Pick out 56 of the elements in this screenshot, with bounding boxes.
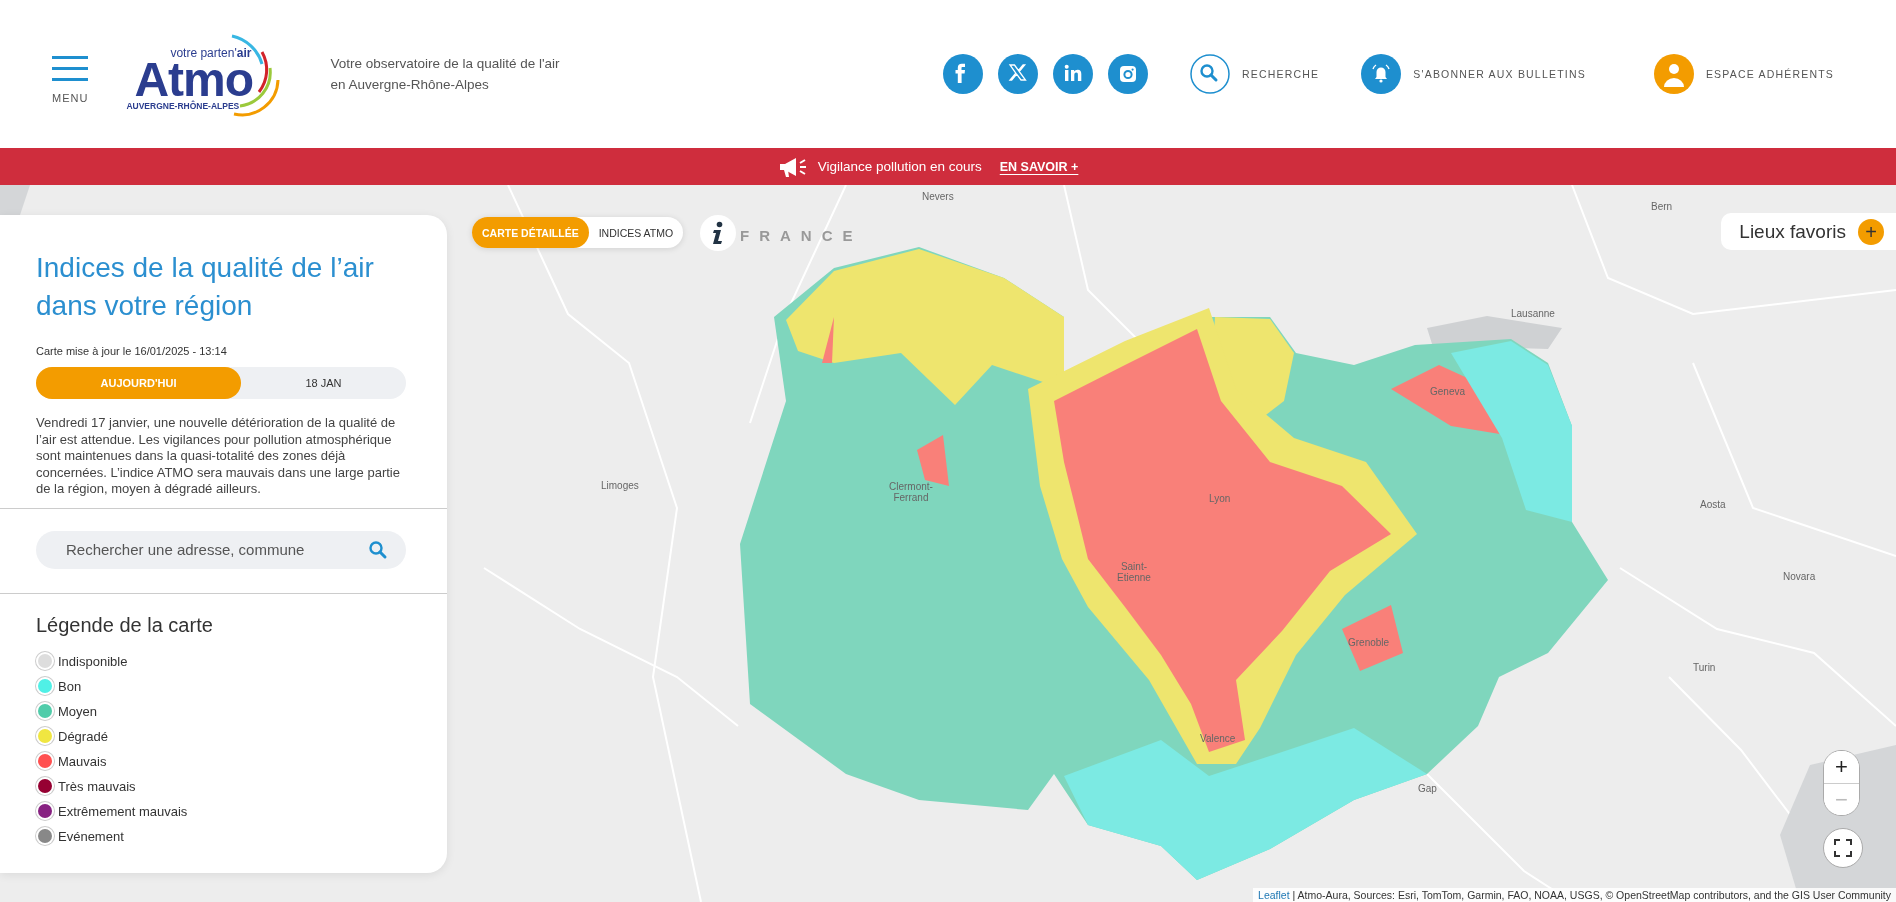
place-label: Gap: [1418, 783, 1437, 794]
place-label: Grenoble: [1348, 637, 1390, 648]
linkedin-link-icon[interactable]: [1053, 54, 1093, 94]
place-label: Limoges: [601, 480, 639, 491]
legend-label: Evénement: [58, 828, 124, 844]
update-timestamp: Carte mise à jour le 16/01/2025 - 13:14: [36, 345, 228, 357]
search-icon: [368, 539, 388, 560]
place-label: Lyon: [1209, 493, 1231, 504]
legend-label: Mauvais: [58, 753, 107, 769]
legend-label: Bon: [58, 678, 82, 694]
place-label: Lausanne: [1511, 308, 1555, 319]
place-label: Bern: [1651, 201, 1673, 212]
menu-button[interactable]: MENU: [52, 56, 89, 104]
legend-label: Moyen: [58, 703, 98, 719]
x-link-icon[interactable]: [998, 54, 1038, 94]
bell-icon: [1361, 54, 1402, 94]
alert-message: Vigilance pollution en cours: [817, 159, 982, 174]
logo-region: AUVERGNE-RHÔNE-ALPES: [126, 101, 240, 111]
facebook-link-icon[interactable]: [943, 54, 983, 94]
legend-label: Extrêmement mauvais: [58, 803, 188, 819]
fullscreen-icon: [1834, 839, 1852, 857]
forecast-text: Vendredi 17 janvier, une nouvelle détérioration de la qualité de l’air est attendue. Les vigilances pour pollution atmosphérique sont maintenues dans la quasi-totalité des zones déjà concernées. L’indice ATMO sera mauvais dans une large partie de la région, moyen à dégradé ailleurs.: [36, 415, 401, 498]
info-icon: [711, 221, 725, 245]
logo-wordmark: Atmo: [134, 60, 254, 100]
add-favorite-button[interactable]: +: [1858, 218, 1884, 245]
place-label: Geneva: [1430, 386, 1466, 397]
legend-label: Très mauvais: [58, 778, 136, 794]
place-label: Novara: [1783, 571, 1816, 582]
country-label: FRANCE: [740, 227, 863, 244]
legend-title: Légende de la carte: [36, 613, 214, 637]
search-icon: [1190, 54, 1230, 94]
address-search-field[interactable]: Rechercher une adresse, commune: [36, 530, 406, 569]
day-tab[interactable]: 18 JAN: [241, 367, 406, 399]
subscribe-link[interactable]: S'ABONNER AUX BULLETINS: [1361, 54, 1586, 94]
search-link[interactable]: RECHERCHE: [1190, 54, 1320, 94]
legend-label: Indisponible: [58, 653, 128, 669]
place-label: Aosta: [1700, 499, 1726, 510]
learn-more-link[interactable]: EN SAVOIR +: [999, 159, 1079, 174]
user-icon: [1653, 54, 1694, 94]
site-description: Votre observatoire de la qualité de l'air en Auvergne-Rhône-Alpes: [330, 55, 560, 94]
instagram-link-icon[interactable]: [1108, 54, 1148, 94]
logo-tagline: votre parten'air: [170, 46, 252, 60]
megaphone-icon: [777, 155, 808, 178]
place-label: Saint- Etienne: [1117, 561, 1151, 583]
attribution-text: | Atmo-Aura, Sources: Esri, TomTom, Garmin, FAO, NOAA, USGS, © OpenStreetMap contributors, and the GIS User Community: [1292, 889, 1891, 901]
leaflet-link[interactable]: Leaflet: [1258, 889, 1290, 901]
panel-title: Indices de la qualité de l’air dans votre région: [36, 251, 375, 323]
atmo-logo[interactable]: votre parten'air Atmo AUVERGNE-RHÔNE-ALPES: [122, 34, 293, 114]
legend-label: Dégradé: [58, 728, 108, 744]
place-label: Nevers: [922, 191, 954, 202]
map-layer-tab[interactable]: INDICES ATMO: [588, 217, 684, 248]
favorites-label: Lieux favoris: [1739, 220, 1846, 243]
menu-icon: [52, 56, 89, 82]
place-label: Clermont- Ferrand: [889, 481, 933, 503]
member-area-link[interactable]: ESPACE ADHÉRENTS: [1653, 54, 1834, 94]
place-label: Turin: [1693, 662, 1716, 673]
